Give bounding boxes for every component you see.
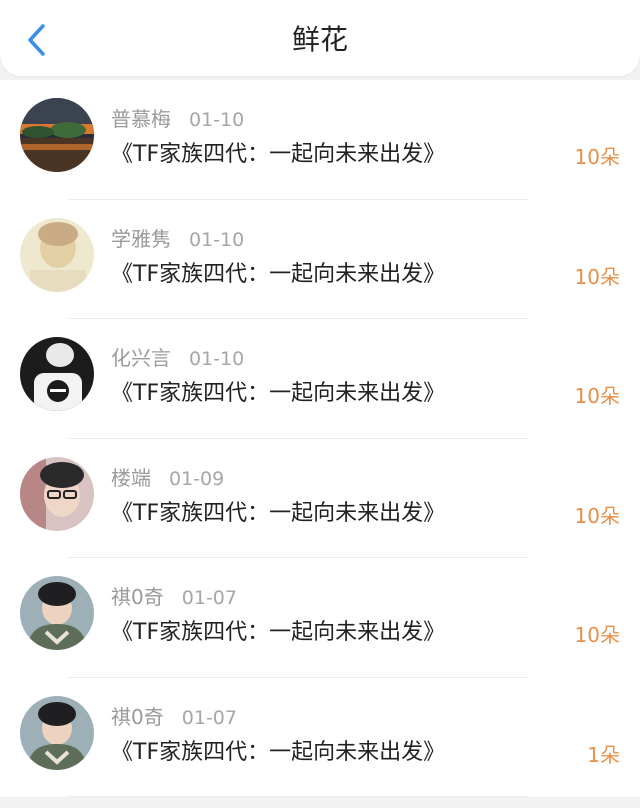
flower-count: 10朵	[574, 503, 620, 528]
user-name-text: 学雅隽	[111, 226, 171, 251]
user-name: 祺0奇 01-07	[111, 584, 237, 611]
user-name-text: 普慕梅	[111, 107, 171, 131]
gift-date: 01-07	[181, 706, 237, 729]
divider	[68, 796, 528, 797]
avatar[interactable]	[20, 98, 94, 172]
gift-date: 01-07	[181, 587, 237, 609]
avatar[interactable]	[20, 695, 94, 770]
gift-date: 01-10	[189, 228, 245, 251]
book-title[interactable]: 《TF家族四代：一起向未来出发》	[111, 379, 445, 409]
gift-date: 01-10	[189, 348, 245, 370]
user-name: 学雅隽 01-10	[111, 226, 244, 253]
list-item[interactable]: 化兴言 01-10 《TF家族四代：一起向未来出发》 10朵	[0, 319, 640, 439]
flower-count: 10朵	[574, 384, 620, 408]
avatar[interactable]	[20, 337, 94, 411]
user-name-text: 祺0奇	[111, 704, 164, 729]
list-item[interactable]: 祺0奇 01-07 《TF家族四代：一起向未来出发》 10朵	[0, 558, 640, 678]
user-name-text: 化兴言	[111, 346, 171, 370]
user-name: 化兴言 01-10	[111, 345, 244, 372]
user-name: 普慕梅 01-10	[111, 106, 244, 133]
list-item[interactable]: 楼端 01-09 《TF家族四代：一起向未来出发》 10朵	[0, 438, 640, 558]
flower-count: 10朵	[574, 145, 620, 169]
page-title: 鲜花	[291, 23, 348, 56]
book-title[interactable]: 《TF家族四代：一起向未来出发》	[111, 140, 445, 170]
book-title[interactable]: 《TF家族四代：一起向未来出发》	[111, 260, 445, 290]
book-title[interactable]: 《TF家族四代：一起向未来出发》	[111, 738, 445, 768]
gift-date: 01-09	[169, 467, 225, 490]
avatar[interactable]	[20, 217, 94, 292]
gift-date: 01-10	[189, 109, 245, 131]
user-name-text: 祺0奇	[111, 585, 164, 609]
user-name-text: 楼端	[111, 465, 151, 490]
avatar[interactable]	[20, 576, 94, 650]
flower-count: 1朵	[587, 742, 620, 767]
avatar[interactable]	[20, 456, 94, 531]
flower-count: 10朵	[574, 623, 620, 647]
book-title[interactable]: 《TF家族四代：一起向未来出发》	[111, 618, 445, 648]
list-item[interactable]: 学雅隽 01-10 《TF家族四代：一起向未来出发》 10朵	[0, 199, 640, 319]
header-bar: 鲜花	[0, 0, 640, 76]
user-name: 楼端 01-09	[111, 465, 224, 492]
user-name: 祺0奇 01-07	[111, 704, 237, 731]
book-title[interactable]: 《TF家族四代：一起向未来出发》	[111, 499, 445, 529]
flower-count: 10朵	[574, 264, 620, 289]
list-item[interactable]: 祺0奇 01-07 《TF家族四代：一起向未来出发》 1朵	[0, 677, 640, 797]
gift-list: 普慕梅 01-10 《TF家族四代：一起向未来出发》 10朵 学雅隽 01-10 《…	[0, 80, 640, 797]
list-item[interactable]: 普慕梅 01-10 《TF家族四代：一起向未来出发》 10朵	[0, 80, 640, 200]
